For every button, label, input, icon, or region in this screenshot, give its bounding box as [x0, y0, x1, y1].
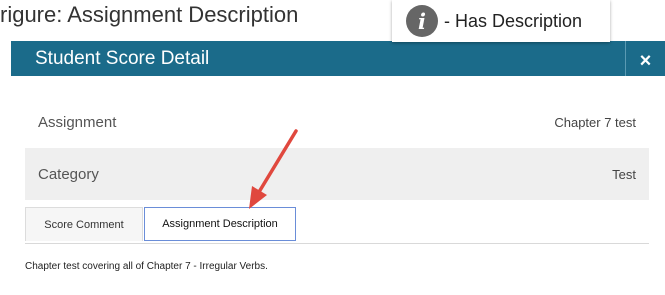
category-label: Category [38, 165, 99, 183]
dialog-title: Student Score Detail [35, 48, 210, 69]
category-value: Test [612, 166, 636, 182]
info-icon: i [406, 5, 438, 37]
assignment-label: Assignment [38, 113, 117, 131]
student-score-detail-dialog: Student Score Detail × Assignment Chapte… [11, 41, 665, 295]
category-row: Category Test [25, 148, 649, 200]
assignment-value: Chapter 7 test [554, 114, 636, 130]
assignment-description-text: Chapter test covering all of Chapter 7 -… [25, 261, 268, 272]
partial-caption-text: rigure: Assignment Description [0, 2, 299, 27]
detail-tabs: Score Comment Assignment Description [25, 207, 649, 244]
tab-score-comment[interactable]: Score Comment [25, 207, 143, 241]
close-button[interactable]: × [625, 41, 665, 76]
legend-text: - Has Description [444, 10, 583, 31]
dialog-header: Student Score Detail × [11, 41, 665, 76]
description-legend: i - Has Description [392, 0, 610, 42]
assignment-row: Assignment Chapter 7 test [25, 96, 649, 148]
tab-assignment-description[interactable]: Assignment Description [144, 207, 296, 241]
